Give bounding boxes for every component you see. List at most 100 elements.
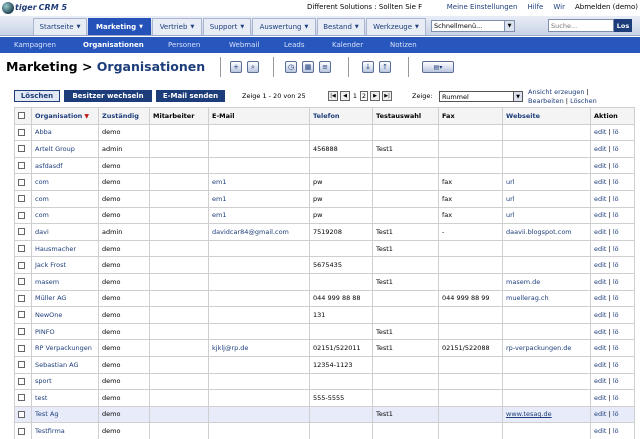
delete-link[interactable]: lö <box>613 261 619 269</box>
edit-link[interactable]: edit <box>594 228 606 236</box>
organisation-cell[interactable]: davi <box>31 223 99 241</box>
organisation-cell[interactable]: Abba <box>31 123 99 142</box>
tab-bestand[interactable]: Bestand ▼ <box>317 18 365 35</box>
tab-support[interactable]: Support ▼ <box>203 18 251 35</box>
webseite-cell[interactable]: muellerag.ch <box>502 289 591 308</box>
create-view-link[interactable]: Ansicht erzeugen <box>528 88 585 96</box>
delete-link[interactable]: lö <box>613 410 619 418</box>
subnav-kampagnen[interactable]: Kampagnen <box>14 41 56 49</box>
delete-link[interactable]: lö <box>613 178 619 186</box>
quick-menu-select[interactable]: Schnellmenü... ▼ <box>431 20 515 32</box>
subnav-organisationen[interactable]: Organisationen <box>83 41 144 49</box>
subnav-leads[interactable]: Leads <box>284 41 304 49</box>
organisation-cell[interactable]: com <box>31 206 99 225</box>
subnav-notizen[interactable]: Notizen <box>390 41 417 49</box>
webseite-cell[interactable]: url <box>502 189 591 208</box>
column-header-zustaendig[interactable]: Zuständig <box>98 107 150 125</box>
last-page-icon[interactable]: ▶| <box>382 91 392 101</box>
organisation-cell[interactable]: Jack Frost <box>31 256 99 274</box>
webseite-cell[interactable]: url <box>502 206 591 225</box>
import-icon[interactable]: ↓ <box>362 61 374 73</box>
edit-link[interactable]: edit <box>594 145 606 153</box>
delete-link[interactable]: lö <box>613 394 619 402</box>
tab-vertrieb[interactable]: Vertrieb ▼ <box>152 18 202 35</box>
row-checkbox[interactable] <box>18 427 25 435</box>
tab-werkzeuge[interactable]: Werkzeuge ▼ <box>366 18 426 35</box>
row-checkbox[interactable] <box>18 128 25 136</box>
column-header-organisation[interactable]: Organisation ▼ <box>31 107 99 125</box>
delete-link[interactable]: lö <box>613 311 619 319</box>
organisation-cell[interactable]: Sebastian AG <box>31 355 99 374</box>
subnav-personen[interactable]: Personen <box>168 41 200 49</box>
subnav-webmail[interactable]: Webmail <box>229 41 259 49</box>
row-checkbox[interactable] <box>18 410 25 418</box>
page-next-link[interactable]: 2 <box>360 91 368 101</box>
row-checkbox[interactable] <box>18 361 25 369</box>
webseite-cell[interactable]: masem.de <box>502 272 591 291</box>
organisation-cell[interactable]: masem <box>31 272 99 291</box>
email-cell[interactable]: em1 <box>208 173 310 191</box>
webseite-cell[interactable]: rp-verpackungen.de <box>502 339 591 357</box>
edit-link[interactable]: edit <box>594 344 606 352</box>
delete-view-link[interactable]: Löschen <box>570 97 597 105</box>
prev-page-icon[interactable]: ◀ <box>340 91 350 101</box>
top-link-logout[interactable]: Abmelden (demo) <box>575 3 638 11</box>
search-button[interactable]: Los <box>614 19 632 32</box>
edit-link[interactable]: edit <box>594 294 606 302</box>
top-link-about[interactable]: Wir <box>553 3 565 11</box>
organisation-cell[interactable]: test <box>31 389 99 407</box>
webseite-cell[interactable]: daavii.blogspot.com <box>502 223 591 241</box>
edit-link[interactable]: edit <box>594 195 606 203</box>
row-checkbox[interactable] <box>18 211 25 219</box>
calculator-icon[interactable]: ▦ <box>302 61 314 73</box>
add-icon[interactable]: + <box>230 61 242 73</box>
organisation-cell[interactable]: Artelt Group <box>31 140 99 158</box>
column-header-testauswahl[interactable]: Testauswahl <box>372 107 439 125</box>
next-page-icon[interactable]: ▶ <box>370 91 380 101</box>
delete-link[interactable]: lö <box>613 294 619 302</box>
organisation-cell[interactable]: Test Ag <box>31 405 99 424</box>
edit-link[interactable]: edit <box>594 328 606 336</box>
organisation-cell[interactable]: com <box>31 189 99 208</box>
row-checkbox[interactable] <box>18 145 25 153</box>
delete-link[interactable]: lö <box>613 162 619 170</box>
column-header-email[interactable]: E-Mail <box>208 107 310 125</box>
organisation-cell[interactable]: Hausmacher <box>31 239 99 258</box>
delete-link[interactable]: lö <box>613 195 619 203</box>
organisation-cell[interactable]: com <box>31 173 99 191</box>
delete-link[interactable]: lö <box>613 128 619 136</box>
app-logo[interactable]: tiger CRM 5 <box>2 0 67 15</box>
export-icon[interactable]: ↑ <box>379 61 391 73</box>
email-cell[interactable]: em1 <box>208 206 310 225</box>
edit-link[interactable]: edit <box>594 261 606 269</box>
column-header-fax[interactable]: Fax <box>438 107 503 125</box>
page-title-module[interactable]: Marketing > <box>6 59 92 74</box>
edit-link[interactable]: edit <box>594 427 606 435</box>
row-checkbox[interactable] <box>18 278 25 286</box>
tab-auswertung[interactable]: Auswertung ▼ <box>252 18 316 35</box>
view-select[interactable]: Rummel ▼ <box>439 91 523 102</box>
row-checkbox[interactable] <box>18 344 25 352</box>
change-owner-button[interactable]: Besitzer wechseln <box>64 90 152 102</box>
top-link-settings[interactable]: Meine Einstellungen <box>447 3 518 11</box>
delete-link[interactable]: lö <box>613 245 619 253</box>
edit-view-link[interactable]: Bearbeiten <box>528 97 564 105</box>
row-checkbox[interactable] <box>18 245 25 253</box>
row-checkbox[interactable] <box>18 311 25 319</box>
clock-icon[interactable]: ◷ <box>285 61 297 73</box>
row-checkbox[interactable] <box>18 294 25 302</box>
row-checkbox[interactable] <box>18 195 25 203</box>
row-checkbox[interactable] <box>18 228 25 236</box>
edit-link[interactable]: edit <box>594 361 606 369</box>
organisation-cell[interactable]: PINFO <box>31 322 99 341</box>
subnav-kalender[interactable]: Kalender <box>332 41 363 49</box>
webseite-cell[interactable]: url <box>502 173 591 191</box>
tab-startseite[interactable]: Startseite ▼ <box>33 18 87 35</box>
search-icon[interactable]: ⌕ <box>247 61 259 73</box>
page-title-name[interactable]: Organisationen <box>97 59 205 74</box>
edit-link[interactable]: edit <box>594 278 606 286</box>
row-checkbox[interactable] <box>18 394 25 402</box>
column-header-webseite[interactable]: Webseite <box>502 107 591 125</box>
delete-link[interactable]: lö <box>613 145 619 153</box>
row-checkbox[interactable] <box>18 328 25 336</box>
